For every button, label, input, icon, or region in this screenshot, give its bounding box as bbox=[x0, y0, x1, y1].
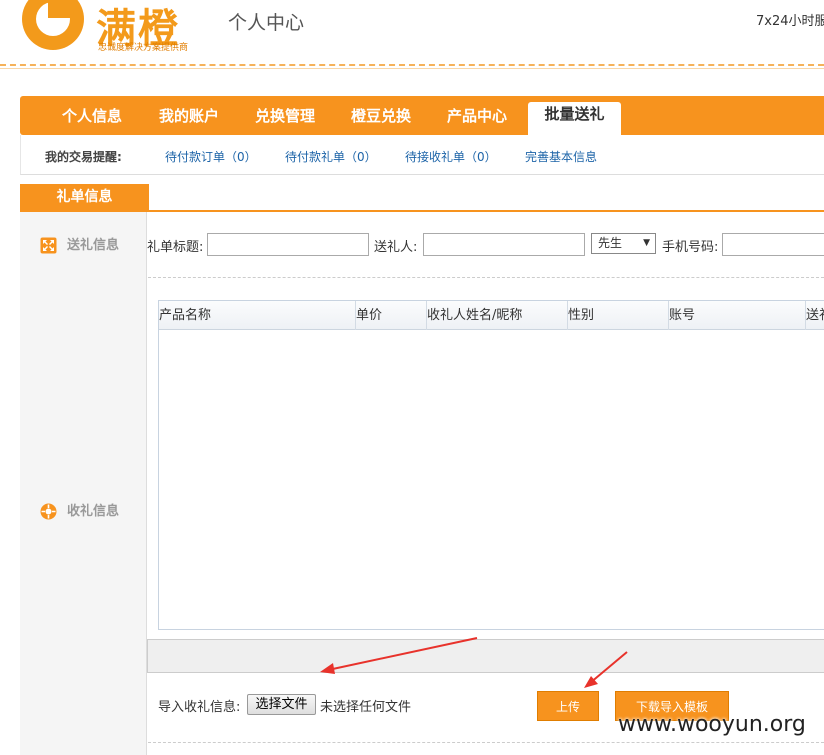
logo-mark-icon bbox=[22, 0, 84, 50]
grid-col-unit-price[interactable]: 单价 bbox=[356, 301, 427, 330]
logo[interactable]: 满橙 忠诚度解决方案提供商 bbox=[20, 0, 210, 58]
grid-footer-bar bbox=[147, 639, 824, 673]
form-sidebar: 送礼信息 收礼信息 bbox=[20, 212, 147, 755]
main-nav: 个人信息 我的账户 兑换管理 橙豆兑换 产品中心 批量送礼 bbox=[20, 96, 824, 135]
nav-item-personal-info[interactable]: 个人信息 bbox=[44, 96, 140, 135]
nav-item-redeem-management[interactable]: 兑换管理 bbox=[238, 96, 332, 135]
gift-info-tab[interactable]: 礼单信息 bbox=[20, 184, 149, 211]
service-hours: 7x24小时服 bbox=[756, 14, 824, 29]
grid-col-product-name[interactable]: 产品名称 bbox=[159, 301, 356, 330]
gift-title-label: 礼单标题: bbox=[147, 240, 204, 255]
file-status-text: 未选择任何文件 bbox=[320, 700, 412, 715]
grid-col-gender[interactable]: 性别 bbox=[568, 301, 669, 330]
logo-slogan: 忠诚度解决方案提供商 bbox=[98, 43, 189, 53]
page-title: 个人中心 bbox=[228, 12, 305, 34]
receiver-info-label: 收礼信息 bbox=[67, 504, 120, 519]
phone-input[interactable] bbox=[722, 233, 824, 256]
pending-payment-gifts-link[interactable]: 待付款礼单（0） bbox=[285, 148, 377, 165]
gift-title-input[interactable] bbox=[207, 233, 369, 256]
complete-profile-link[interactable]: 完善基本信息 bbox=[525, 148, 597, 165]
dropdown-arrow-icon: ▼ bbox=[643, 238, 650, 248]
watermark: www.wooyun.org bbox=[618, 712, 806, 737]
choose-file-button[interactable]: 选择文件 bbox=[247, 694, 316, 715]
header-divider-light bbox=[0, 68, 824, 69]
grid-header: 产品名称 单价 收礼人姓名/昵称 性别 账号 送礼 bbox=[159, 301, 824, 330]
sender-info-heading: 送礼信息 bbox=[40, 234, 119, 254]
grid-col-gift[interactable]: 送礼 bbox=[806, 301, 824, 330]
header: 满橙 忠诚度解决方案提供商 个人中心 7x24小时服 bbox=[0, 0, 824, 69]
salutation-select[interactable]: 先生 ▼ bbox=[591, 233, 656, 254]
nav-item-my-account[interactable]: 我的账户 bbox=[142, 96, 236, 135]
expand-arrows-icon bbox=[40, 237, 57, 254]
import-receivers-label: 导入收礼信息: bbox=[158, 700, 241, 715]
grid-col-receiver-name[interactable]: 收礼人姓名/昵称 bbox=[427, 301, 568, 330]
trade-reminder-bar: 我的交易提醒: 待付款订单（0） 待付款礼单（0） 待接收礼单（0） 完善基本信… bbox=[20, 135, 824, 175]
sender-input[interactable] bbox=[423, 233, 585, 256]
nav-item-batch-gift[interactable]: 批量送礼 bbox=[528, 102, 621, 135]
bottom-divider bbox=[148, 742, 824, 743]
header-divider bbox=[0, 64, 824, 66]
receiver-info-heading: 收礼信息 bbox=[40, 500, 119, 520]
pending-payment-orders-link[interactable]: 待付款订单（0） bbox=[165, 148, 257, 165]
sender-label: 送礼人: bbox=[374, 240, 418, 255]
salutation-selected-value: 先生 bbox=[598, 236, 623, 250]
grid-col-account[interactable]: 账号 bbox=[669, 301, 806, 330]
receiver-circle-icon bbox=[40, 503, 57, 520]
phone-label: 手机号码: bbox=[662, 240, 719, 255]
upload-button[interactable]: 上传 bbox=[537, 691, 599, 721]
sender-info-label: 送礼信息 bbox=[67, 238, 120, 253]
form-divider bbox=[148, 277, 824, 278]
nav-item-product-center[interactable]: 产品中心 bbox=[430, 96, 524, 135]
nav-item-bean-exchange[interactable]: 橙豆兑换 bbox=[334, 96, 428, 135]
reminder-label: 我的交易提醒: bbox=[45, 150, 122, 164]
pending-receive-gifts-link[interactable]: 待接收礼单（0） bbox=[405, 148, 497, 165]
receiver-grid: 产品名称 单价 收礼人姓名/昵称 性别 账号 送礼 bbox=[158, 300, 824, 630]
